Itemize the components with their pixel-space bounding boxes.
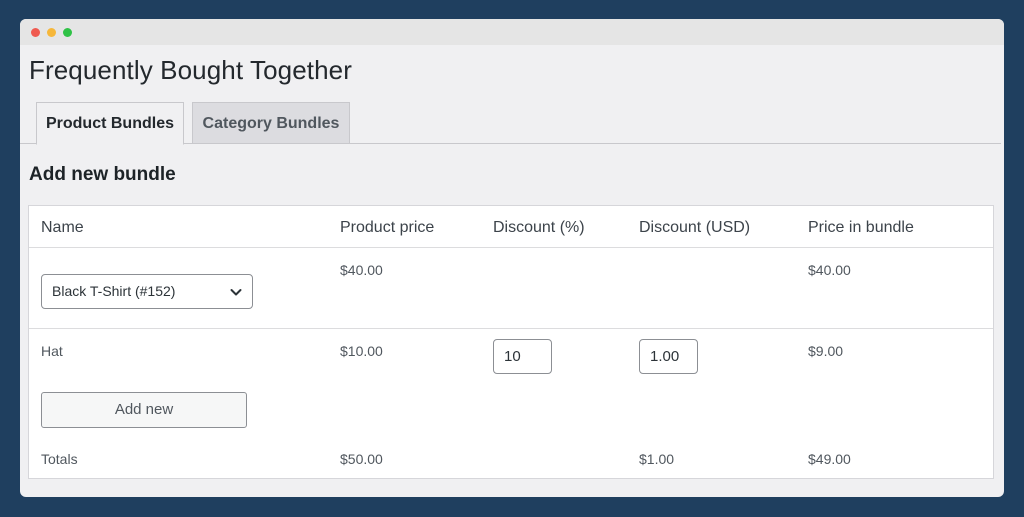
table-header-row: Name Product price Discount (%) Discount… [29,206,993,248]
minimize-window-icon[interactable] [47,28,56,37]
header-product-price: Product price [340,219,435,236]
discount-pct-input[interactable] [493,339,552,374]
header-discount-usd: Discount (USD) [639,219,751,236]
close-window-icon[interactable] [31,28,40,37]
header-discount-pct: Discount (%) [493,219,585,236]
product-select[interactable]: Black T-Shirt (#152) [41,274,253,309]
totals-price-in-bundle: $49.00 [808,451,851,467]
table-row: Hat $10.00 $9.00 Add new Totals $50.00 $… [29,329,993,479]
tab-product-bundles[interactable]: Product Bundles [36,102,184,145]
maximize-window-icon[interactable] [63,28,72,37]
tab-category-bundles[interactable]: Category Bundles [192,102,350,144]
chevron-down-icon [230,289,242,296]
header-name: Name [41,219,84,236]
bundle-table: Name Product price Discount (%) Discount… [28,205,994,479]
tab-bar: Product Bundles Category Bundles [20,102,1001,145]
price-in-bundle: $40.00 [808,262,851,278]
app-window: Frequently Bought Together Product Bundl… [20,19,1004,497]
page-title: Frequently Bought Together [29,55,353,85]
product-name: Hat [41,343,63,359]
section-title: Add new bundle [29,164,176,185]
add-new-button[interactable]: Add new [41,392,247,428]
product-price: $10.00 [340,343,383,359]
product-select-value: Black T-Shirt (#152) [52,283,176,299]
title-bar [20,19,1004,45]
discount-usd-input[interactable] [639,339,698,374]
totals-label: Totals [41,451,78,467]
totals-product-price: $50.00 [340,451,383,467]
price-in-bundle: $9.00 [808,343,844,359]
header-price-in-bundle: Price in bundle [808,219,914,236]
product-price: $40.00 [340,262,383,278]
table-row: Black T-Shirt (#152) $40.00 $40.00 [29,248,993,329]
totals-discount-usd: $1.00 [639,451,675,467]
